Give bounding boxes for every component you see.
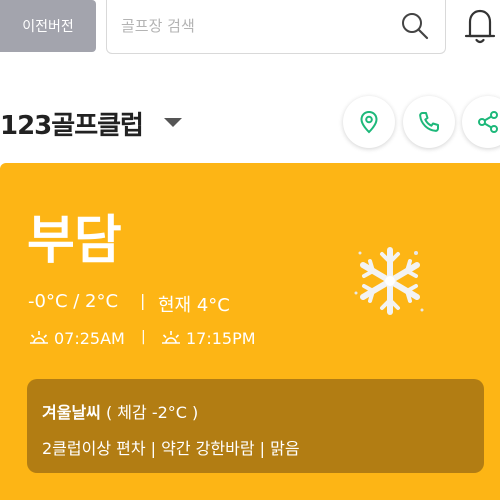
weather-note-line: 겨울날씨 ( 체감 -2°C )	[42, 399, 198, 423]
previous-version-button[interactable]: 이전버전	[0, 0, 96, 52]
search-input[interactable]	[121, 10, 391, 42]
club-header: 123골프클럽	[0, 96, 500, 148]
weather-note-title: 겨울날씨	[42, 403, 101, 422]
club-name[interactable]: 123골프클럽	[0, 105, 144, 142]
divider: |	[141, 329, 146, 345]
current-temperature: 현재 4°C	[158, 295, 230, 316]
weather-note-box: 겨울날씨 ( 체감 -2°C ) 2클럽이상 편차 | 약간 강한바람 | 맑음	[27, 379, 484, 473]
temperature-range: -0°C / 2°C	[28, 291, 119, 312]
feels-like-temperature: ( 체감 -2°C )	[100, 403, 199, 422]
share-icon	[478, 111, 498, 133]
sunrise-icon	[30, 331, 48, 344]
map-pin-icon	[360, 110, 378, 134]
call-button[interactable]	[403, 96, 455, 148]
divider: |	[140, 291, 146, 310]
top-bar: 이전버전	[0, 0, 500, 56]
sunset-time: 17:15PM	[186, 329, 256, 348]
chevron-down-icon[interactable]	[164, 118, 182, 127]
weather-note-details: 2클럽이상 편차 | 약간 강한바람 | 맑음	[42, 439, 300, 458]
share-button[interactable]	[462, 96, 500, 148]
snowflake-icon	[354, 247, 424, 315]
phone-icon	[419, 112, 439, 132]
weather-card: 부담 -0°C / 2°C | 현재 4°C 07:25AM | 17:15PM	[0, 163, 500, 500]
sunset-icon	[162, 331, 180, 344]
sunrise-time: 07:25AM	[54, 329, 125, 348]
search-box	[106, 0, 446, 54]
bell-icon[interactable]	[460, 4, 500, 48]
search-icon[interactable]	[399, 10, 431, 42]
map-button[interactable]	[343, 96, 395, 148]
weather-condition: 부담	[27, 211, 122, 271]
